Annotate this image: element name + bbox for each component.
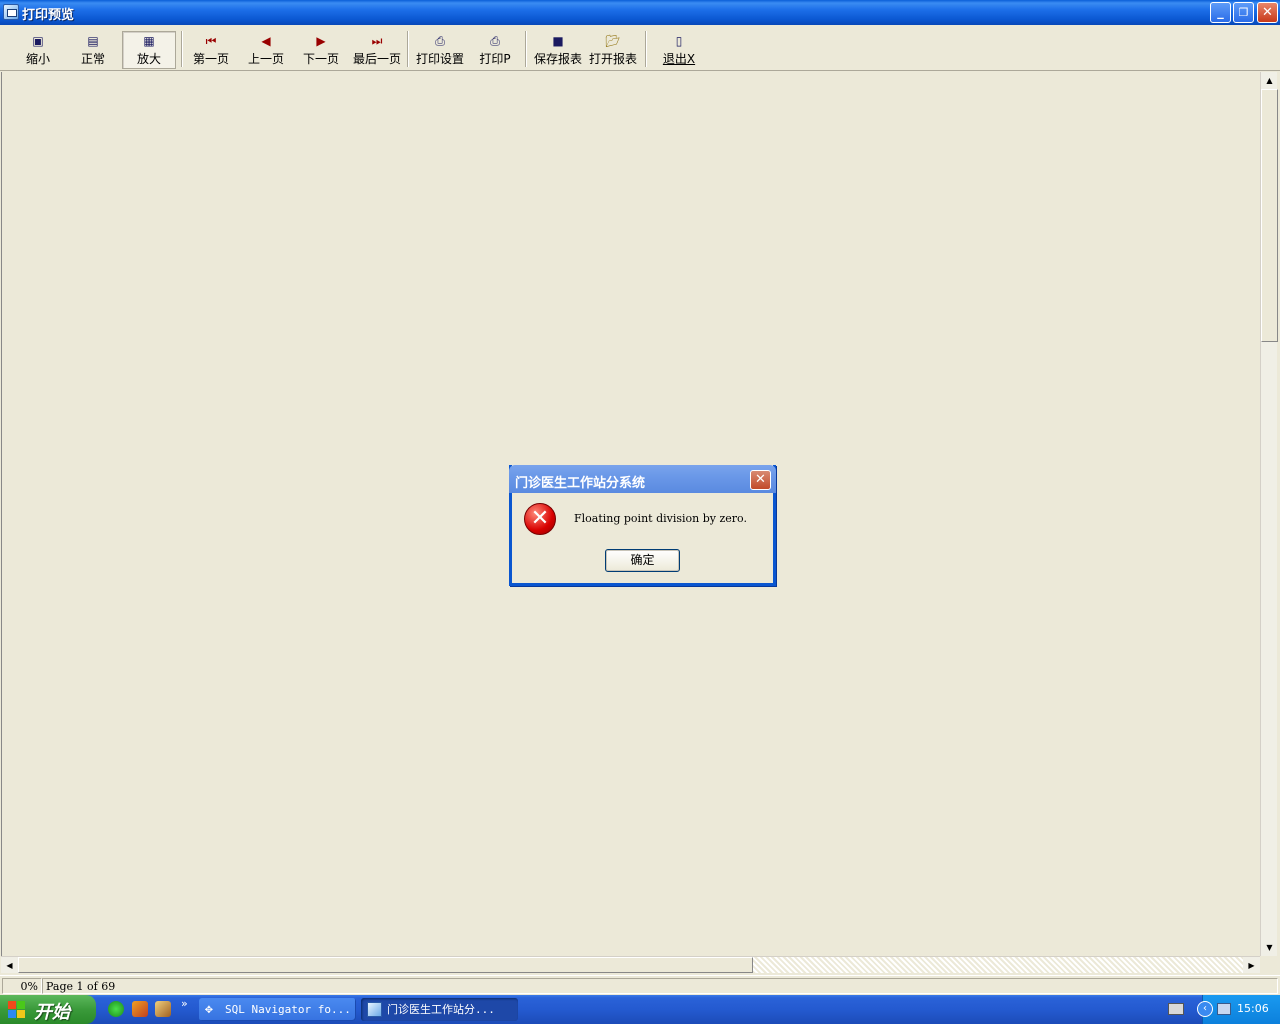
next-page-icon: ▶ (316, 34, 326, 48)
restore-button[interactable]: ❐ (1233, 2, 1254, 23)
window-title: 打印预览 (22, 8, 75, 23)
taskbar-item-label: SQL Navigator fo... (225, 1003, 351, 1016)
last-page-button[interactable]: ⏭ 最后一页 (351, 32, 403, 68)
print-setup-button[interactable]: ⎙ 打印设置 (414, 32, 466, 68)
first-page-icon: ⏮ (205, 34, 217, 48)
last-page-label: 最后一页 (352, 52, 401, 66)
refresh-quicklaunch-icon[interactable] (108, 1001, 124, 1017)
prev-page-button[interactable]: ◀ 上一页 (246, 32, 286, 68)
clock: 15:06 (1237, 1002, 1269, 1015)
toolbar-separator (407, 31, 409, 67)
dialog-titlebar: 门诊医生工作站分系统 ✕ (509, 465, 776, 493)
taskbar-item-label: 门诊医生工作站分... (387, 1003, 495, 1016)
toolbar-separator (645, 31, 647, 67)
vertical-scroll-thumb[interactable] (1261, 89, 1278, 342)
window-titlebar: 打印预览 _ ❐ ✕ (0, 0, 1280, 25)
network-icon[interactable] (1217, 1003, 1231, 1015)
progress-indicator: 0% (2, 978, 42, 994)
toolbar-separator (525, 31, 527, 67)
zoom-in-icon: ▦ (143, 34, 155, 48)
close-icon: ✕ (1262, 5, 1273, 20)
error-icon: ✕ (524, 503, 556, 535)
vertical-scrollbar[interactable]: ▲ ▼ (1260, 72, 1278, 956)
zoom-out-icon: ▣ (32, 34, 44, 48)
normal-size-button[interactable]: ▤ 正常 (73, 32, 113, 68)
last-page-icon: ⏭ (371, 34, 383, 48)
print-setup-icon: ⎙ (435, 34, 445, 48)
page-info: Page 1 of 69 (42, 978, 1278, 994)
save-report-button[interactable]: ■ 保存报表 (532, 32, 584, 68)
print-label: 打印P (479, 52, 511, 66)
next-page-label: 下一页 (302, 52, 339, 66)
horizontal-scroll-thumb[interactable] (18, 957, 753, 973)
next-page-button[interactable]: ▶ 下一页 (301, 32, 341, 68)
save-report-label: 保存报表 (533, 52, 582, 66)
horizontal-scrollbar[interactable]: ◀ ▶ (1, 956, 1260, 973)
first-page-label: 第一页 (192, 52, 229, 66)
horizontal-scroll-track[interactable] (753, 957, 1243, 973)
zoom-in-label: 放大 (136, 52, 161, 66)
tray-expand-icon[interactable]: ‹ (1197, 1001, 1213, 1017)
first-page-button[interactable]: ⏮ 第一页 (191, 32, 231, 68)
windows-flag-icon (8, 1001, 26, 1019)
zoom-out-button[interactable]: ▣ 缩小 (18, 32, 58, 68)
start-label: 开始 (34, 1002, 70, 1023)
minimize-button[interactable]: _ (1210, 2, 1231, 23)
scroll-left-arrow-icon[interactable]: ◀ (1, 957, 18, 974)
floppy-disk-icon: ■ (552, 34, 564, 48)
error-message: Floating point division by zero. (574, 512, 747, 525)
prev-page-icon: ◀ (261, 34, 271, 48)
sql-navigator-icon: ✥ (205, 1002, 213, 1017)
toolbar: ▣ 缩小 ▤ 正常 ▦ 放大 ⏮ 第一页 ◀ 上一页 ▶ 下一页 ⏭ 最后一页 … (0, 25, 1280, 71)
error-dialog: 门诊医生工作站分系统 ✕ ✕ Floating point division b… (509, 465, 776, 586)
prev-page-label: 上一页 (247, 52, 284, 66)
zoom-in-button[interactable]: ▦ 放大 (122, 31, 176, 69)
status-bar: 0% Page 1 of 69 (0, 975, 1280, 995)
system-tray: ‹ 15:06 (1197, 995, 1280, 1024)
print-setup-label: 打印设置 (415, 52, 464, 66)
exit-door-icon: ▯ (675, 34, 683, 48)
taskbar-item-outpatient[interactable]: 门诊医生工作站分... (361, 998, 518, 1021)
close-button[interactable]: ✕ (1257, 2, 1278, 23)
scrollbar-corner (1260, 956, 1280, 973)
zoom-out-label: 缩小 (25, 52, 50, 66)
minimize-icon: _ (1217, 5, 1224, 20)
print-button[interactable]: ⎙ 打印P (476, 32, 514, 68)
scroll-right-arrow-icon[interactable]: ▶ (1243, 957, 1260, 974)
dialog-close-button[interactable]: ✕ (750, 470, 771, 490)
exit-label: 退出X (662, 52, 696, 66)
toolbar-separator (181, 31, 183, 67)
app-quicklaunch-icon[interactable] (132, 1001, 148, 1017)
user-quicklaunch-icon[interactable] (155, 1001, 171, 1017)
scroll-down-arrow-icon[interactable]: ▼ (1261, 939, 1278, 956)
normal-size-icon: ▤ (87, 34, 99, 48)
restore-icon: ❐ (1238, 6, 1249, 19)
taskbar-item-sql-navigator[interactable]: ✥ SQL Navigator fo... (199, 998, 356, 1021)
keyboard-icon[interactable] (1168, 1003, 1184, 1015)
close-icon: ✕ (755, 472, 766, 487)
open-report-button[interactable]: 📂︎ 打开报表 (587, 32, 639, 68)
quicklaunch-overflow-icon[interactable]: » (181, 997, 188, 1010)
dialog-title: 门诊医生工作站分系统 (515, 476, 646, 491)
printer-icon: ⎙ (490, 34, 500, 48)
open-report-label: 打开报表 (588, 52, 637, 66)
ok-button[interactable]: 确定 (605, 549, 680, 572)
taskbar: 开始 » ✥ SQL Navigator fo... 门诊医生工作站分... ‹… (0, 995, 1280, 1024)
normal-size-label: 正常 (80, 52, 105, 66)
app-icon (3, 4, 19, 20)
exit-button[interactable]: ▯ 退出X (659, 32, 699, 68)
outpatient-app-icon (367, 1002, 382, 1017)
start-button[interactable]: 开始 (0, 995, 96, 1024)
open-folder-icon: 📂︎ (605, 34, 621, 48)
scroll-up-arrow-icon[interactable]: ▲ (1261, 72, 1278, 89)
